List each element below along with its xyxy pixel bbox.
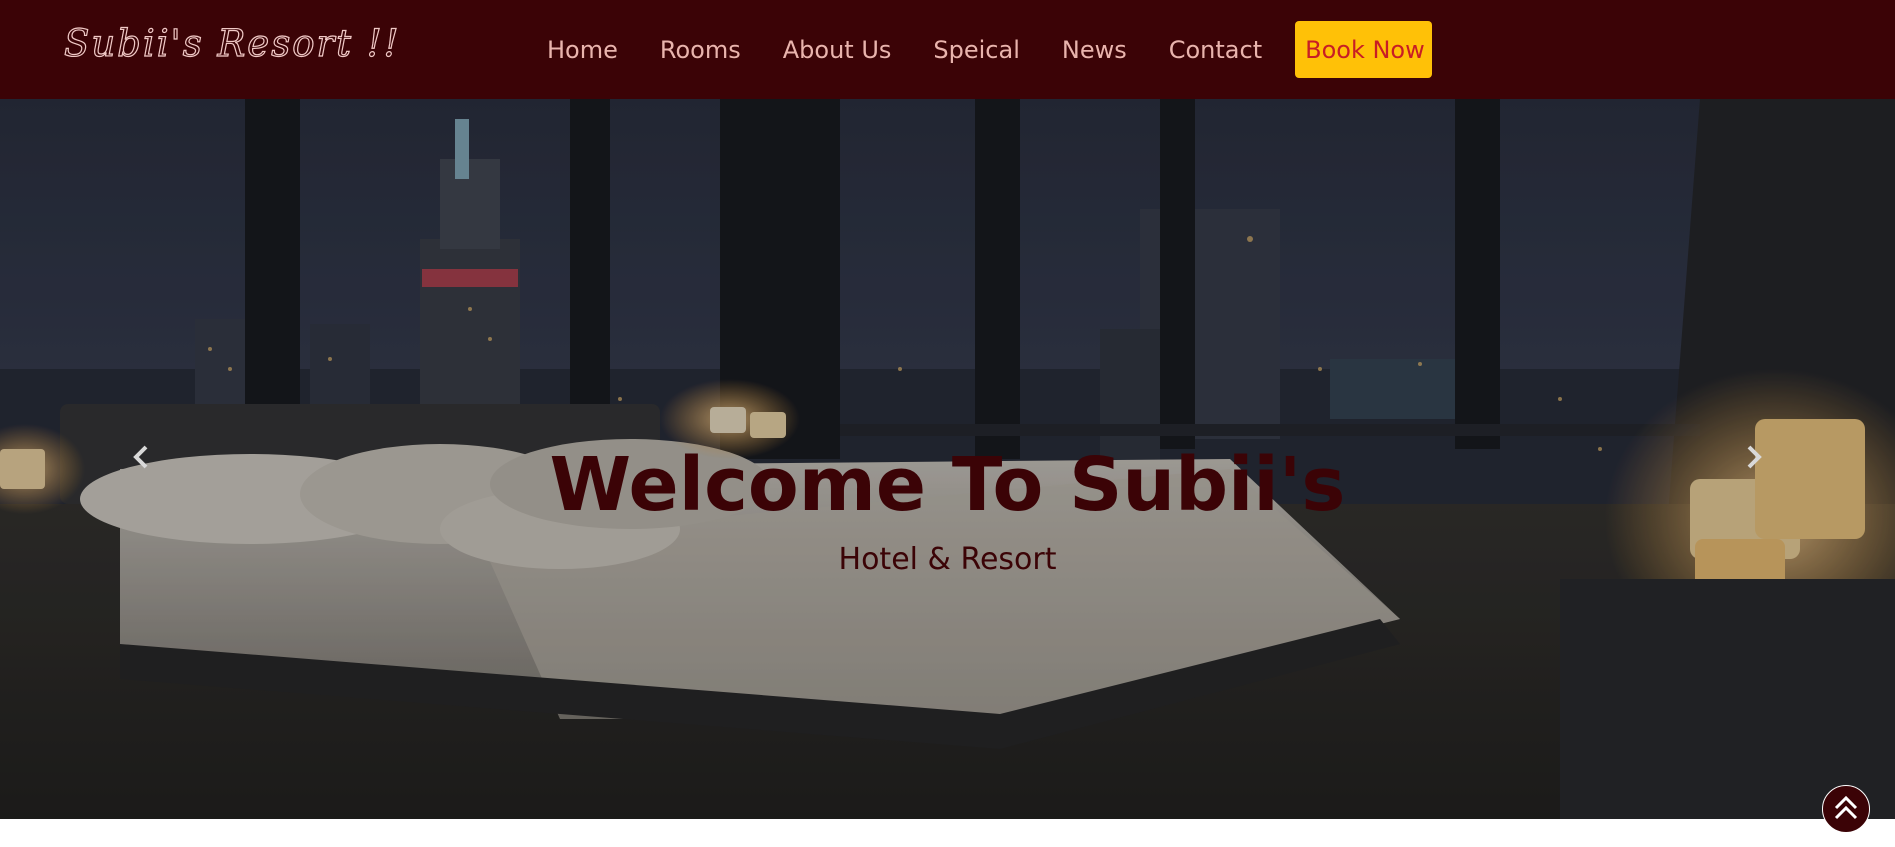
hero-title: Welcome To Subii's (549, 442, 1346, 528)
nav-link-about-us[interactable]: About Us (762, 36, 913, 64)
nav-link-special[interactable]: Speical (912, 36, 1040, 64)
chevron-right-icon (1747, 445, 1762, 469)
nav-links: Home Rooms About Us Speical News Contact… (526, 0, 1433, 99)
nav-link-news[interactable]: News (1041, 36, 1148, 64)
double-chevron-up-icon (1834, 795, 1858, 820)
hero-subtitle: Hotel & Resort (838, 542, 1057, 577)
carousel-next-button[interactable] (1733, 437, 1773, 477)
navbar: Subii's Resort !! Home Rooms About Us Sp… (0, 0, 1895, 99)
nav-link-contact[interactable]: Contact (1148, 36, 1283, 64)
brand-logo[interactable]: Subii's Resort !! (63, 21, 401, 65)
nav-link-rooms[interactable]: Rooms (639, 36, 762, 64)
book-now-button[interactable]: Book Now (1295, 21, 1433, 78)
nav-link-home[interactable]: Home (526, 36, 639, 64)
chevron-left-icon (133, 445, 148, 469)
scroll-to-top-button[interactable] (1822, 785, 1870, 833)
carousel-prev-button[interactable] (122, 437, 162, 477)
hero-carousel: Welcome To Subii's Hotel & Resort (0, 99, 1895, 819)
